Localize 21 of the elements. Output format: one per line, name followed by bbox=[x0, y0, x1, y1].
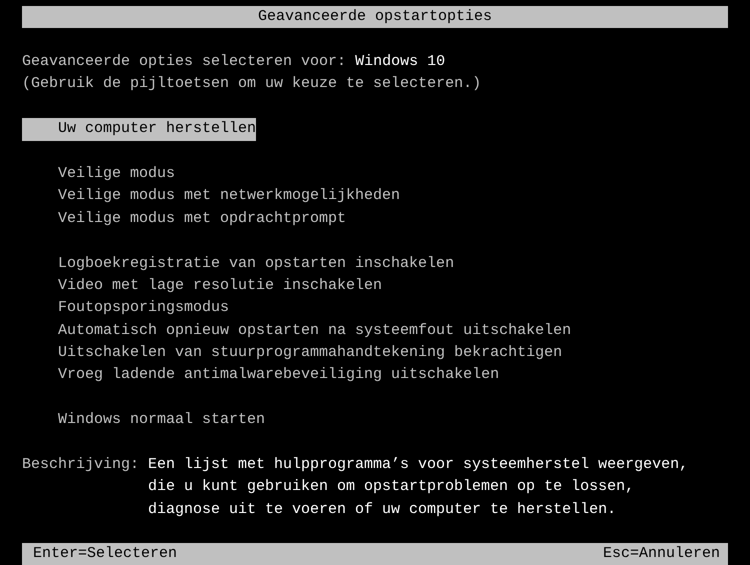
description-text: Een lijst met hulpprogramma’s voor systeemherstel weergeven, bbox=[148, 456, 688, 474]
boot-option[interactable]: Windows normaal starten bbox=[22, 409, 266, 432]
title-bar: Geavanceerde opstartopties bbox=[22, 6, 728, 28]
prompt-label: Geavanceerde opties selecteren voor: bbox=[22, 53, 348, 70]
boot-option[interactable]: Veilige modus bbox=[22, 162, 176, 186]
boot-option[interactable]: Vroeg ladende antimalwarebeveiliging uitschakelen bbox=[22, 364, 500, 387]
os-name: Windows 10 bbox=[355, 53, 446, 70]
boot-option[interactable]: Veilige modus met netwerkmogelijkheden bbox=[22, 185, 400, 208]
boot-option[interactable]: Uitschakelen van stuurprogrammahandtekening bekrachtigen bbox=[22, 342, 562, 364]
description-label: Beschrijving: bbox=[22, 455, 140, 476]
boot-option[interactable]: Logboekregistratie van opstarten inschakelen bbox=[22, 252, 454, 275]
description-text: die u kunt gebruiken om opstartproblemen op te lossen, bbox=[148, 478, 634, 496]
boot-option[interactable]: Automatisch opnieuw opstarten na systeemfout uitschakelen bbox=[22, 320, 572, 342]
instruction-text: (Gebruik de pijltoetsen om uw keuze te selecteren.) bbox=[22, 75, 482, 92]
enter-hint: Enter=Selecteren bbox=[33, 544, 178, 564]
boot-option[interactable]: Foutopsporingsmodus bbox=[22, 297, 230, 320]
boot-option[interactable]: Uw computer herstellen bbox=[22, 118, 256, 141]
description-text: diagnose uit te voeren of uw computer te herstellen. bbox=[148, 500, 616, 518]
boot-option[interactable]: Veilige modus met opdrachtprompt bbox=[22, 208, 346, 230]
boot-option[interactable]: Video met lage resolutie inschakelen bbox=[22, 274, 382, 298]
escape-hint: Esc=Annuleren bbox=[602, 544, 720, 564]
